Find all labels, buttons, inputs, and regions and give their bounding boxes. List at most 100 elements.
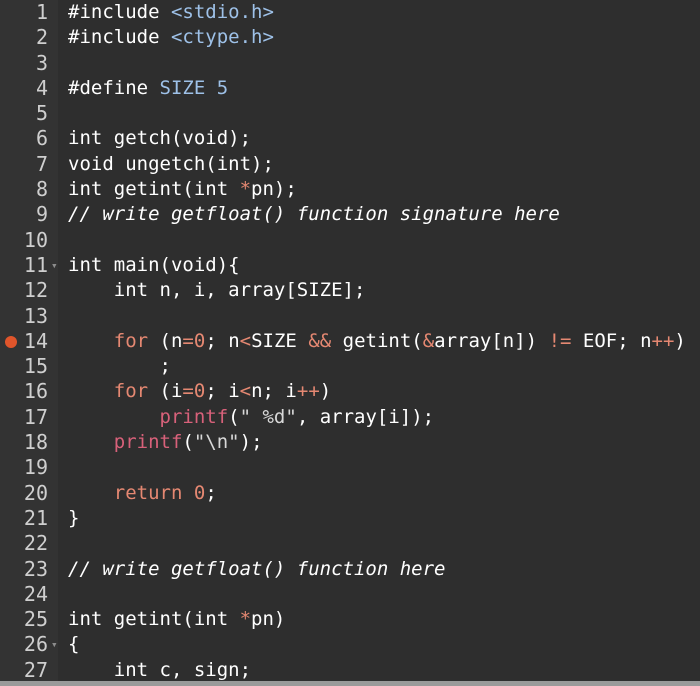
code-line[interactable]: 8 int getint(int *pn);	[0, 177, 700, 202]
code-token: SIZE	[251, 329, 309, 352]
line-number[interactable]: 27	[0, 658, 48, 683]
line-number[interactable]: 24	[0, 582, 48, 607]
code-line[interactable]: 3	[0, 51, 700, 76]
line-number[interactable]: 6	[0, 126, 48, 151]
line-number[interactable]: 14	[0, 329, 48, 354]
code-line[interactable]: 24	[0, 582, 700, 607]
code-line[interactable]: 15 ;	[0, 354, 700, 379]
code-token: ; i	[205, 380, 240, 403]
code-text: printf("\n");	[68, 430, 263, 455]
code-token: <ctype.h>	[170, 26, 274, 49]
code-line[interactable]: 19	[0, 455, 700, 480]
code-token: <	[239, 380, 252, 403]
line-number[interactable]: 18	[0, 430, 48, 455]
code-token: *	[239, 178, 252, 201]
code-editor[interactable]: 1 #include <stdio.h> 2 #include <ctype.h> 3 4…	[0, 0, 700, 686]
line-number[interactable]: 11	[0, 253, 48, 278]
code-line[interactable]: 16 for (i=0; i<n; i++)	[0, 379, 700, 404]
code-token: ; n	[205, 329, 240, 352]
line-number[interactable]: 12	[0, 278, 48, 303]
code-line[interactable]: 18 printf("\n");	[0, 430, 700, 455]
code-token: 0	[193, 481, 206, 504]
code-token: SIZE 5	[159, 76, 229, 99]
line-number[interactable]: 23	[0, 557, 48, 582]
code-text: #include <stdio.h>	[68, 0, 274, 25]
code-text: int getint(int *pn);	[68, 177, 297, 202]
code-text: printf(" %d", array[i]);	[68, 405, 435, 430]
code-token: #define	[68, 76, 160, 99]
horizontal-scrollbar[interactable]	[0, 681, 700, 686]
code-token: int c, sign;	[68, 658, 252, 681]
line-number[interactable]: 7	[0, 152, 48, 177]
code-token: array[n])	[434, 329, 549, 352]
code-token: void ungetch(int);	[68, 152, 274, 175]
code-token: int getch(void);	[68, 127, 252, 150]
line-number[interactable]: 1	[0, 0, 48, 25]
code-token: n; i	[251, 380, 297, 403]
line-number[interactable]: 3	[0, 51, 48, 76]
code-token: *	[239, 608, 252, 631]
line-number[interactable]: 8	[0, 177, 48, 202]
code-line[interactable]: 21}	[0, 506, 700, 531]
code-token: {	[68, 633, 80, 656]
code-line[interactable]: 11 ▾ int main(void){	[0, 253, 700, 278]
code-token: }	[68, 506, 80, 529]
code-token: )	[319, 380, 332, 403]
line-number[interactable]: 10	[0, 228, 48, 253]
line-number[interactable]: 4	[0, 76, 48, 101]
code-token: // write getfloat() function here	[68, 557, 446, 580]
code-line[interactable]: 14 for (n=0; n<SIZE && getint(&array[n])…	[0, 329, 700, 354]
code-line[interactable]: 10	[0, 228, 700, 253]
code-line[interactable]: 1 #include <stdio.h>	[0, 0, 700, 25]
code-token: for	[113, 380, 149, 403]
line-number[interactable]: 9	[0, 202, 48, 227]
code-token: &&	[308, 329, 332, 352]
line-number[interactable]: 22	[0, 531, 48, 556]
code-area[interactable]: 1 #include <stdio.h> 2 #include <ctype.h> 3 4…	[0, 0, 700, 683]
code-token: #include	[68, 1, 171, 23]
line-number[interactable]: 26	[0, 632, 48, 657]
code-text: ;	[68, 354, 171, 379]
code-line[interactable]: 2 #include <ctype.h>	[0, 25, 700, 50]
code-token: int n, i, array[SIZE];	[68, 279, 366, 302]
code-token: =	[182, 380, 194, 403]
code-line[interactable]: 5	[0, 101, 700, 126]
code-line[interactable]: 7 void ungetch(int);	[0, 152, 700, 177]
line-number[interactable]: 2	[0, 25, 48, 50]
code-line[interactable]: 12 int n, i, array[SIZE];	[0, 278, 700, 303]
code-text: #include <ctype.h>	[68, 25, 274, 50]
code-line[interactable]: 4 #define SIZE 5	[0, 76, 700, 101]
line-number[interactable]: 25	[0, 607, 48, 632]
code-token: ++	[651, 329, 675, 352]
code-text: for (n=0; n<SIZE && getint(&array[n]) !=…	[68, 329, 686, 354]
code-token: ;	[68, 355, 171, 378]
code-line[interactable]: 9 // write getfloat() function signature …	[0, 202, 700, 227]
line-number[interactable]: 13	[0, 304, 48, 329]
fold-arrow-icon[interactable]: ▾	[51, 253, 58, 278]
code-line[interactable]: 6 int getch(void);	[0, 126, 700, 151]
code-token: 0	[193, 380, 206, 403]
line-number[interactable]: 20	[0, 481, 48, 506]
line-number[interactable]: 19	[0, 455, 48, 480]
code-line[interactable]: 27 int c, sign;	[0, 658, 700, 683]
fold-arrow-icon[interactable]: ▾	[51, 632, 58, 657]
code-line[interactable]: 26 ▾ {	[0, 632, 700, 657]
code-token: );	[239, 431, 263, 454]
line-number[interactable]: 17	[0, 405, 48, 430]
code-line[interactable]: 20 return 0;	[0, 481, 700, 506]
code-line[interactable]: 13	[0, 304, 700, 329]
line-number[interactable]: 21	[0, 506, 48, 531]
code-token: pn)	[251, 608, 286, 631]
line-number[interactable]: 15	[0, 354, 48, 379]
code-line[interactable]: 22	[0, 531, 700, 556]
code-text: int main(void){	[68, 253, 240, 278]
code-line[interactable]: 17 printf(" %d", array[i]);	[0, 405, 700, 430]
line-number[interactable]: 5	[0, 101, 48, 126]
code-line[interactable]: 23 // write getfloat() function here	[0, 557, 700, 582]
line-number[interactable]: 16	[0, 379, 48, 404]
code-token: <stdio.h>	[170, 1, 274, 23]
code-token: (	[228, 405, 240, 428]
code-line[interactable]: 25 int getint(int *pn)	[0, 607, 700, 632]
